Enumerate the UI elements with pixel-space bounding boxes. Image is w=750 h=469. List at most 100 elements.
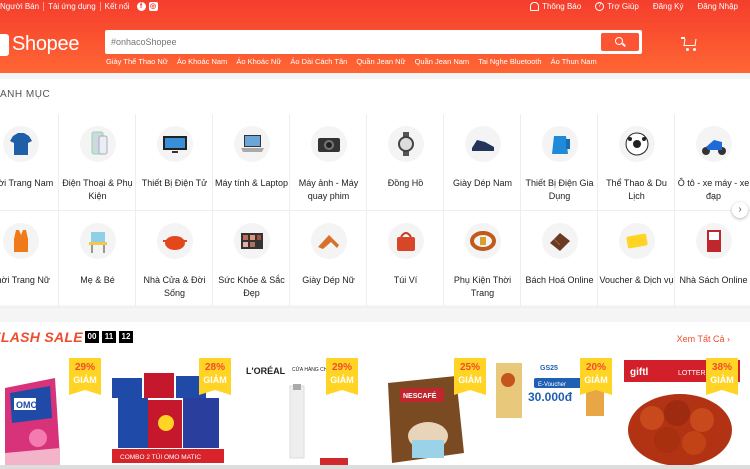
flash-sale-product[interactable]: GS25 E-Voucher 30.000đ 20% GIẢM xyxy=(494,358,616,469)
flash-sale-product[interactable]: giftl LOTTERIA 38% GIẢM xyxy=(622,358,742,469)
category-item[interactable]: Phụ Kiện Thời Trang xyxy=(444,211,521,308)
category-item[interactable]: Giày Dép Nam xyxy=(444,114,521,211)
category-item[interactable]: Voucher & Dịch vụ xyxy=(598,211,675,308)
discount-percent: 38% xyxy=(711,362,732,373)
discount-badge: 29% GIẢM xyxy=(69,358,101,395)
flash-sale-title: FLASH SALE xyxy=(0,329,83,345)
svg-text:E-Voucher: E-Voucher xyxy=(538,382,566,388)
download-app-link[interactable]: Tải ứng dụng xyxy=(44,2,101,11)
instagram-icon[interactable]: ◎ xyxy=(148,2,158,11)
category-item[interactable]: Thể Thao & Du Lịch xyxy=(598,114,675,211)
help-link[interactable]: ? Trợ Giúp xyxy=(595,2,639,11)
discount-badge: 28% GIẢM xyxy=(199,358,231,395)
svg-text:giftl: giftl xyxy=(630,367,649,378)
svg-text:L'ORÉAL: L'ORÉAL xyxy=(246,366,286,376)
svg-text:GS25: GS25 xyxy=(540,365,558,372)
category-label: Máy ảnh - Máy quay phim xyxy=(298,178,359,201)
shirt-icon xyxy=(3,126,39,162)
cart-icon[interactable] xyxy=(681,36,699,52)
palette-icon xyxy=(234,223,270,259)
flash-sale-product[interactable]: NESCAFÉ 25% GIẢM xyxy=(366,358,490,469)
category-item[interactable]: Sức Khỏe & Sắc Đẹp xyxy=(213,211,290,308)
seller-link[interactable]: Người Bán xyxy=(0,2,45,11)
category-item[interactable]: Thiết Bị Điện Tử xyxy=(136,114,213,211)
discount-badge: 38% GIẢM xyxy=(706,358,738,395)
discount-label: GIẢM xyxy=(710,375,734,385)
connect-label: Kết nối xyxy=(104,2,130,11)
category-item[interactable]: Thời Trang Nam xyxy=(0,114,59,211)
help-icon: ? xyxy=(595,2,605,11)
tv-icon xyxy=(157,126,193,162)
search-button[interactable] xyxy=(601,33,639,51)
category-item[interactable]: Giày Dép Nữ xyxy=(290,211,367,308)
tanktop-icon xyxy=(3,223,39,259)
category-label: Giày Dép Nữ xyxy=(302,275,355,285)
countdown-timer: 00 11 12 xyxy=(85,331,133,343)
discount-percent: 29% xyxy=(331,362,352,373)
belt-icon xyxy=(465,223,501,259)
category-label: Thời Trang Nam xyxy=(0,178,54,188)
search-hint[interactable]: Áo Dài Cách Tân xyxy=(290,57,347,66)
flash-sale-product[interactable]: OMO 29% GIẢM xyxy=(0,358,105,469)
timer-minutes: 11 xyxy=(102,331,116,343)
search-hint[interactable]: Giày Thể Thao Nữ xyxy=(106,57,168,66)
shoe-icon xyxy=(465,126,501,162)
horizontal-scrollbar[interactable] xyxy=(0,465,750,469)
category-item[interactable]: Máy ảnh - Máy quay phim xyxy=(290,114,367,211)
next-arrow-icon[interactable]: › xyxy=(732,202,748,218)
login-link[interactable]: Đăng Nhập xyxy=(698,2,738,11)
search-hint[interactable]: Quần Jean Nam xyxy=(415,57,470,66)
notifications-link[interactable]: Thông Báo xyxy=(530,2,581,11)
discount-percent: 29% xyxy=(74,362,95,373)
category-label: Nhà Sách Online xyxy=(679,275,748,285)
category-item[interactable]: Mẹ & Bé xyxy=(59,211,136,308)
svg-text:30.000đ: 30.000đ xyxy=(528,390,573,404)
category-label: Bách Hoá Online xyxy=(525,275,594,285)
flash-sale-section: FLASH SALE 00 11 12 Xem Tất Cả › OMO 29%… xyxy=(0,322,750,469)
search-hint[interactable]: Áo Khoác Nam xyxy=(177,57,227,66)
category-item[interactable]: Máy tính & Laptop xyxy=(213,114,290,211)
book-icon xyxy=(696,223,732,259)
flash-sale-product[interactable]: L'ORÉAL CỬA HÀNG CHÍNH HÃNG 29% GIẢM xyxy=(240,358,362,469)
bag-icon xyxy=(388,223,424,259)
category-item[interactable]: Ô tô - xe máy - xe đạp xyxy=(675,114,750,211)
search-hint[interactable]: Tai Nghe Bluetooth xyxy=(478,57,541,66)
category-title: ANH MỤC xyxy=(0,89,51,100)
help-label: Trợ Giúp xyxy=(607,2,639,11)
facebook-icon[interactable]: f xyxy=(136,2,146,11)
category-item[interactable]: Thời Trang Nữ xyxy=(0,211,59,308)
topbar-right: Thông Báo ? Trợ Giúp Đăng Ký Đăng Nhập xyxy=(530,2,738,11)
category-item[interactable]: Nhà Sách Online xyxy=(675,211,750,308)
category-item[interactable]: Nhà Cửa & Đời Sống xyxy=(136,211,213,308)
timer-hours: 00 xyxy=(85,331,99,343)
shopee-logo[interactable]: Shopee xyxy=(0,33,79,56)
category-label: Ô tô - xe máy - xe đạp xyxy=(677,178,750,201)
search-hint[interactable]: Áo Khoác Nữ xyxy=(236,57,281,66)
category-label: Điện Thoại & Phụ Kiện xyxy=(62,178,133,201)
discount-label: GIẢM xyxy=(330,375,354,385)
logo-text: Shopee xyxy=(12,33,80,55)
bell-icon xyxy=(530,2,540,11)
search-input[interactable] xyxy=(111,35,591,49)
search-hint[interactable]: Áo Thun Nam xyxy=(551,57,597,66)
category-item[interactable]: Điện Thoại & Phụ Kiện xyxy=(59,114,136,211)
notifications-label: Thông Báo xyxy=(542,2,582,11)
category-item[interactable]: Đồng Hồ xyxy=(367,114,444,211)
discount-percent: 28% xyxy=(204,362,225,373)
category-item[interactable]: Túi Ví xyxy=(367,211,444,308)
search-hint[interactable]: Quần Jean Nữ xyxy=(356,57,405,66)
see-all-link[interactable]: Xem Tất Cả › xyxy=(677,334,730,344)
chocolate-icon xyxy=(542,223,578,259)
logo-bag-icon xyxy=(0,33,9,56)
discount-badge: 20% GIẢM xyxy=(580,358,612,395)
category-label: Mẹ & Bé xyxy=(80,275,115,285)
register-link[interactable]: Đăng Ký xyxy=(653,2,684,11)
search-icon xyxy=(615,37,623,45)
flash-sale-title-text: FLASH SALE xyxy=(0,329,83,345)
discount-label: GIẢM xyxy=(73,375,97,385)
flash-sale-product[interactable]: COMBO 2 TÚI OMO MATIC 28% GIẢM xyxy=(108,358,235,469)
heel-icon xyxy=(311,223,347,259)
category-item[interactable]: Bách Hoá Online xyxy=(521,211,598,308)
category-label: Đồng Hồ xyxy=(387,178,424,188)
category-item[interactable]: Thiết Bị Điện Gia Dụng xyxy=(521,114,598,211)
